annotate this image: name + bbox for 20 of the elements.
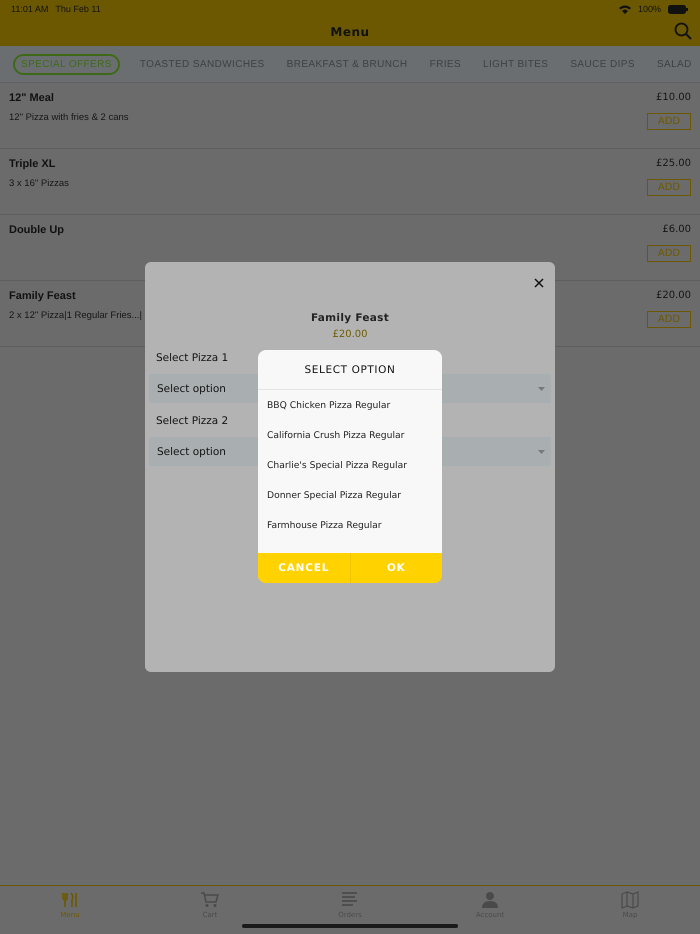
- item-name: Triple XL: [9, 158, 56, 170]
- item-price: £6.00: [662, 224, 691, 235]
- modal-price: £20.00: [332, 329, 368, 340]
- item-price: £20.00: [656, 290, 691, 301]
- modal-title: Family Feast: [310, 312, 390, 324]
- status-time: 11:01 AM: [11, 4, 48, 14]
- item-price: £10.00: [656, 92, 691, 103]
- item-name: Double Up: [9, 224, 64, 236]
- select-label: Select Pizza 2: [156, 415, 228, 429]
- item-price: £25.00: [656, 158, 691, 169]
- select-label: Select Pizza 1: [156, 352, 228, 366]
- status-date: Thu Feb 11: [55, 4, 101, 14]
- battery-percent: 100%: [638, 4, 661, 14]
- item-description: 3 x 16" Pizzas: [9, 178, 69, 189]
- header-title: Menu: [330, 25, 370, 39]
- item-name: Family Feast: [9, 290, 77, 302]
- item-name: 12" Meal: [9, 92, 55, 104]
- item-description: 2 x 12" Pizza|1 Regular Fries...|: [9, 310, 142, 321]
- dialog-title: SELECT OPTION: [258, 350, 442, 390]
- item-description: 12" Pizza with fries & 2 cans: [9, 112, 129, 123]
